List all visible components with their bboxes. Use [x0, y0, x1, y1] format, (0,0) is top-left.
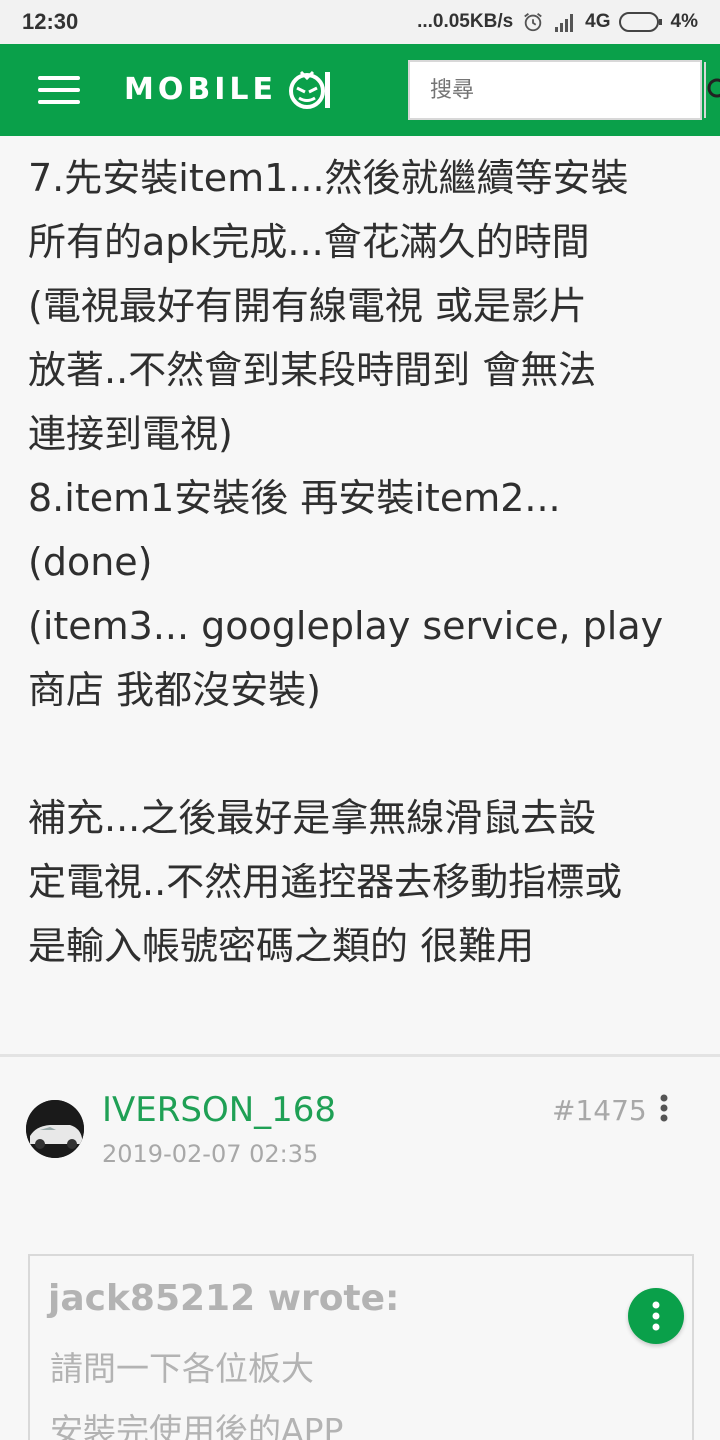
floating-action-button[interactable]	[628, 1288, 684, 1344]
car-avatar-image	[26, 1100, 84, 1158]
status-time: 12:30	[22, 9, 79, 34]
post-line: (done)	[28, 540, 153, 584]
post-line: 7.先安裝item1...然後就繼續等安裝	[28, 156, 629, 200]
supplement-line: 補充...之後最好是拿無線滑鼠去設	[28, 796, 597, 840]
app-bar: MOBILE	[0, 44, 720, 136]
search-bar	[408, 60, 720, 120]
post-line: 所有的apk完成...會花滿久的時間	[28, 220, 590, 264]
post-divider	[0, 1054, 720, 1057]
status-bar: 12:30 ...0.05KB/s 4G 4%	[0, 0, 720, 44]
quote-author: jack85212 wrote:	[48, 1278, 400, 1319]
network-type: 4G	[585, 11, 611, 32]
avatar[interactable]	[26, 1100, 84, 1158]
post-line: 商店 我都沒安裝)	[28, 668, 321, 712]
more-options-icon[interactable]	[654, 1094, 674, 1126]
post-line: (電視最好有開有線電視 或是影片	[28, 284, 587, 328]
post-content: 7.先安裝item1...然後就繼續等安裝 所有的apk完成...會花滿久的時間…	[28, 146, 708, 978]
reply-username[interactable]: IVERSON_168	[102, 1090, 336, 1130]
post-line: 放著..不然會到某段時間到 會無法	[28, 348, 597, 392]
post-line: (item3... googleplay service, play	[28, 604, 664, 648]
battery-level: 4%	[670, 11, 698, 32]
quote-block: jack85212 wrote: 請問一下各位板大 安裝完使用後的APP	[28, 1254, 694, 1440]
mobile01-logo[interactable]: MOBILE	[124, 66, 333, 112]
search-button[interactable]	[704, 62, 720, 118]
battery-icon	[618, 12, 662, 32]
post-number[interactable]: #1475	[552, 1094, 647, 1127]
post-line: 連接到電視)	[28, 412, 233, 456]
network-speed: ...0.05KB/s	[417, 11, 514, 32]
quote-line: 請問一下各位板大	[50, 1349, 314, 1388]
search-icon	[707, 78, 720, 98]
logo-text: MOBILE	[124, 71, 277, 107]
logo-mascot-icon	[289, 70, 330, 109]
signal-icon	[555, 14, 574, 32]
post-line: 8.item1安裝後 再安裝item2...	[28, 476, 561, 520]
supplement-line: 是輸入帳號密碼之類的 很難用	[28, 924, 535, 968]
supplement-line: 定電視..不然用遙控器去移動指標或	[28, 860, 623, 904]
quote-line: 安裝完使用後的APP	[50, 1411, 344, 1440]
search-input[interactable]	[410, 62, 704, 118]
more-vertical-icon	[652, 1301, 660, 1331]
reply-timestamp: 2019-02-07 02:35	[102, 1140, 319, 1168]
menu-icon[interactable]	[38, 76, 80, 104]
status-right: ...0.05KB/s 4G 4%	[417, 11, 698, 33]
alarm-icon	[524, 13, 542, 32]
